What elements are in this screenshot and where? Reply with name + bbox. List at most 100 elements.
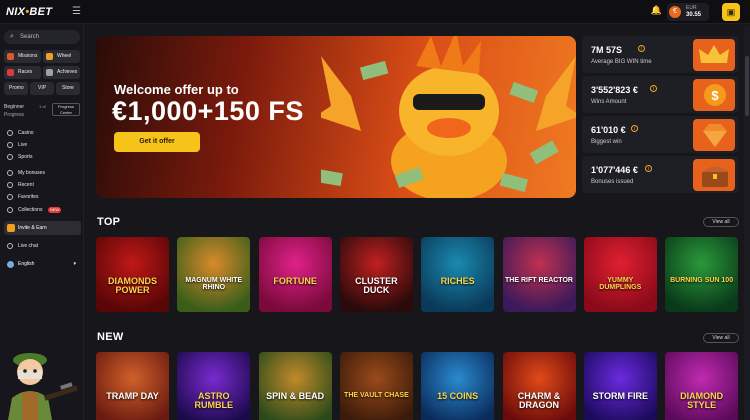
game-card[interactable]: THE RIFT REACTOR	[502, 237, 576, 312]
crown-icon	[693, 39, 735, 71]
game-title: THE RIFT REACTOR	[505, 277, 573, 284]
nav-casino[interactable]: Casino	[4, 127, 80, 139]
game-title: YUMMY DUMPLINGS	[599, 277, 642, 291]
bell-icon[interactable]: 🔔	[650, 5, 663, 18]
balance-widget[interactable]: € EUR 30.55	[667, 3, 709, 21]
phoenix-mascot-illustration	[321, 36, 576, 198]
chevron-down-icon: ▾	[73, 261, 76, 267]
level-percent: 1 of	[39, 104, 46, 109]
game-title: THE VAULT CHASE	[344, 392, 409, 399]
game-card[interactable]: CHARM & DRAGON	[502, 352, 576, 420]
section-title-top: TOP	[97, 216, 121, 228]
svg-text:$: $	[711, 88, 719, 103]
treasure-chest-icon[interactable]: ▣	[722, 3, 740, 21]
nav-collections[interactable]: Collections NEW	[4, 204, 80, 216]
stat-card-wins-amount: 3'552'823 € i Wins Amount $	[582, 76, 739, 113]
game-card[interactable]: 15 COINS	[421, 352, 495, 420]
tile-store[interactable]: Store	[56, 82, 80, 95]
game-title: RICHES	[440, 276, 475, 286]
game-title: STORM FIRE	[592, 391, 648, 401]
stat-card-bonuses-issued: 1'077'446 € i Bonuses issued	[582, 156, 739, 193]
banner-subtitle: Welcome offer up to	[114, 82, 239, 97]
stat-label: Average BIG WIN time	[591, 59, 652, 65]
game-title: DIAMOND STYLE	[680, 391, 724, 410]
progress-center-button[interactable]: Progress Center	[52, 103, 80, 116]
game-card[interactable]: CLUSTER DUCK	[339, 237, 413, 312]
game-title: CLUSTER DUCK	[355, 276, 398, 295]
game-title: 15 COINS	[437, 391, 479, 401]
game-card[interactable]: YUMMY DUMPLINGS	[583, 237, 657, 312]
coin-icon: $	[693, 79, 735, 111]
tile-achieves[interactable]: Achieves	[43, 66, 80, 79]
info-icon[interactable]: i	[645, 165, 652, 172]
promo-banner[interactable]: Welcome offer up to €1,000+150 FS Get it…	[96, 36, 576, 198]
game-card[interactable]: RICHES	[421, 237, 495, 312]
sidebar: ⌕ Search Missions Wheel Races Achieves Pr…	[0, 24, 84, 420]
menu-icon[interactable]: ☰	[72, 6, 81, 17]
language-selector[interactable]: English ▾	[4, 258, 80, 270]
sports-icon	[7, 154, 13, 160]
tile-vip[interactable]: VIP	[30, 82, 54, 95]
stat-label: Bonuses issued	[591, 179, 634, 185]
game-card[interactable]: DIAMOND STYLE	[665, 352, 739, 420]
page-scrollbar[interactable]	[744, 26, 750, 420]
game-card[interactable]: TRAMP DAY	[96, 352, 169, 420]
new-badge: NEW	[48, 207, 62, 213]
nav-favorites[interactable]: Favorites	[4, 191, 80, 203]
search-input[interactable]: ⌕ Search	[4, 30, 80, 44]
get-offer-button[interactable]: Get it offer	[114, 132, 200, 152]
game-title: TRAMP DAY	[106, 391, 159, 401]
tile-missions[interactable]: Missions	[4, 50, 41, 63]
currency-icon: €	[669, 6, 681, 18]
game-title: SPIN & BEAD	[266, 391, 325, 401]
stat-value: 1'077'446 €	[591, 165, 638, 175]
game-card[interactable]: STORM FIRE	[583, 352, 657, 420]
info-icon[interactable]: i	[631, 125, 638, 132]
info-icon[interactable]: i	[638, 45, 645, 52]
tile-promo[interactable]: Promo	[4, 82, 28, 95]
game-card[interactable]: THE VAULT CHASE	[339, 352, 413, 420]
banner-headline: €1,000+150 FS	[112, 96, 304, 126]
logo[interactable]: NIX•BET	[6, 6, 52, 18]
stat-label: Wins Amount	[591, 99, 627, 105]
view-all-new-button[interactable]: View all	[703, 333, 739, 343]
view-all-top-button[interactable]: View all	[703, 217, 739, 227]
nav-recent[interactable]: Recent	[4, 179, 80, 191]
game-card[interactable]: FORTUNE	[258, 237, 332, 312]
top-bar: NIX•BET ☰ 🔔 € EUR 30.55 ▣	[0, 0, 750, 24]
level-label: Beginner	[4, 104, 25, 110]
invite-earn-button[interactable]: Invite & Earn	[4, 221, 81, 235]
clock-icon	[7, 182, 13, 188]
game-title: ASTRO RUMBLE	[194, 391, 234, 410]
mascot-illustration	[8, 353, 78, 420]
nav-sports[interactable]: Sports	[4, 151, 80, 163]
live-chat-link[interactable]: Live chat	[4, 240, 80, 252]
game-card[interactable]: SPIN & BEAD	[258, 352, 332, 420]
info-icon[interactable]: i	[650, 85, 657, 92]
stat-label: Biggest win	[591, 139, 622, 145]
globe-icon	[7, 261, 14, 268]
game-title: BURNING SUN 100	[670, 277, 734, 284]
stat-card-big-win-time: 7M 57S i Average BIG WIN time	[582, 36, 739, 73]
game-card[interactable]: BURNING SUN 100	[665, 237, 739, 312]
gift-icon	[7, 170, 13, 176]
scrollbar-thumb[interactable]	[745, 56, 749, 116]
game-card[interactable]: MAGNUM WHITE RHINO	[177, 237, 251, 312]
game-card[interactable]: ASTRO RUMBLE	[177, 352, 251, 420]
races-icon	[7, 69, 14, 76]
game-card[interactable]: DIAMONDS POWER	[96, 237, 169, 312]
nav-live[interactable]: Live	[4, 139, 80, 151]
tile-races[interactable]: Races	[4, 66, 41, 79]
stat-card-biggest-win: 61'010 € i Biggest win	[582, 116, 739, 153]
app: NIX•BET ☰ 🔔 € EUR 30.55 ▣ ⌕ Search Missio…	[0, 0, 750, 420]
chat-icon	[7, 243, 13, 249]
game-title: CHARM & DRAGON	[517, 391, 561, 410]
stat-value: 7M 57S	[591, 45, 623, 55]
achieves-icon	[46, 69, 53, 76]
invite-icon	[7, 224, 15, 232]
missions-icon	[7, 53, 14, 60]
nav-my-bonuses[interactable]: My bonuses	[4, 167, 80, 179]
collections-icon	[7, 207, 13, 213]
wheel-icon	[46, 53, 53, 60]
tile-wheel[interactable]: Wheel	[43, 50, 80, 63]
